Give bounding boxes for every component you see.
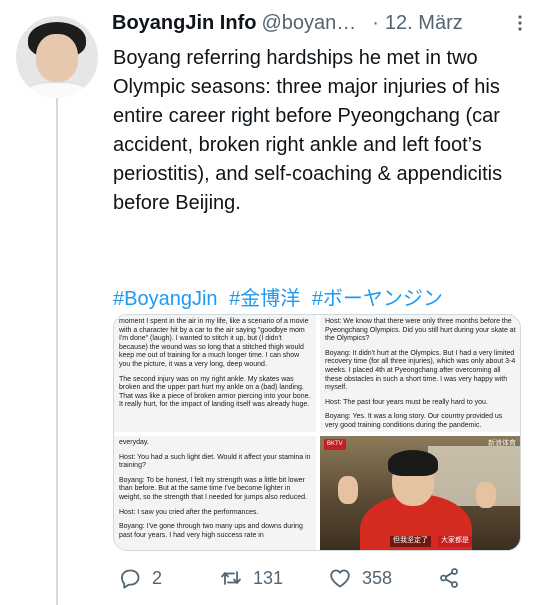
media-image-transcript-1[interactable]: moment I spent in the air in my life, li… bbox=[114, 315, 316, 432]
transcript-paragraph: Boyang: It didn't hurt at the Olympics. … bbox=[325, 349, 516, 392]
transcript-paragraph: The second injury was on my right ankle.… bbox=[119, 375, 311, 409]
tweet-date[interactable]: 12. März bbox=[385, 12, 463, 35]
person-hand bbox=[338, 476, 358, 504]
tweet-text: Boyang referring hardships he met in two… bbox=[113, 47, 503, 214]
transcript-paragraph: Boyang: To be honest, I felt my strength… bbox=[119, 476, 307, 501]
speech-bubble-icon bbox=[121, 569, 140, 589]
hashtag-link[interactable]: #ボーヤンジン bbox=[312, 288, 443, 310]
share-icon bbox=[440, 568, 458, 588]
transcript-paragraph: Host: I saw you cried after the performa… bbox=[119, 508, 259, 516]
hashtag-list: #BoyangJin #金博洋 #ボーヤンジン bbox=[113, 282, 449, 311]
transcript-paragraph: Host: You had a such light diet. Would i… bbox=[119, 453, 311, 470]
tweet-header: BoyangJin Info @boyan… · 12. März bbox=[112, 10, 528, 36]
reply-button[interactable]: 2 bbox=[118, 566, 162, 590]
share-button[interactable] bbox=[437, 566, 461, 590]
retweet-icon bbox=[221, 571, 241, 585]
media-grid[interactable]: moment I spent in the air in my life, li… bbox=[113, 314, 521, 551]
transcript-paragraph: Boyang: I've gone through two many ups a… bbox=[119, 523, 303, 539]
like-button[interactable]: 358 bbox=[328, 566, 392, 590]
transcript-paragraph: Host: We know that there were only three… bbox=[325, 318, 516, 343]
reply-count: 2 bbox=[152, 567, 163, 588]
separator-dot: · bbox=[372, 11, 379, 34]
tweet-actions: 2 131 358 bbox=[113, 562, 533, 594]
transcript-paragraph: Boyang: Yes. It was a long story. Our co… bbox=[325, 413, 503, 429]
thread-line bbox=[56, 96, 58, 605]
retweet-count: 131 bbox=[253, 567, 284, 588]
person-hand bbox=[476, 482, 496, 508]
retweet-button[interactable]: 131 bbox=[219, 566, 283, 590]
transcript-paragraph: moment I spent in the air in my life, li… bbox=[119, 318, 309, 368]
avatar-face bbox=[36, 34, 78, 82]
transcript-paragraph: everyday. bbox=[119, 439, 149, 446]
author-handle[interactable]: @boyan… bbox=[261, 12, 356, 35]
avatar[interactable] bbox=[16, 16, 98, 98]
video-channel-tag: BKTV bbox=[324, 439, 346, 450]
video-caption: 大家都是 bbox=[438, 536, 472, 547]
transcript-paragraph: Host: The past four years must be really… bbox=[325, 398, 488, 406]
hashtag-link[interactable]: #金博洋 bbox=[229, 288, 300, 310]
media-image-transcript-3[interactable]: everyday. Host: You had a such light die… bbox=[114, 436, 316, 550]
heart-icon bbox=[330, 569, 350, 588]
media-video-frame[interactable]: BKTV 新浪体育 但我坚定了 大家都是 bbox=[320, 436, 520, 550]
author-name[interactable]: BoyangJin Info bbox=[112, 12, 256, 35]
video-caption: 但我坚定了 bbox=[390, 536, 431, 547]
person-hair bbox=[388, 450, 438, 476]
avatar-shirt bbox=[24, 82, 90, 98]
like-count: 358 bbox=[362, 567, 393, 588]
hashtag-link[interactable]: #BoyangJin bbox=[113, 288, 218, 310]
more-vertical-icon[interactable] bbox=[512, 12, 528, 34]
media-image-transcript-2[interactable]: Host: We know that there were only three… bbox=[320, 315, 520, 432]
video-logo: 新浪体育 bbox=[488, 440, 516, 447]
